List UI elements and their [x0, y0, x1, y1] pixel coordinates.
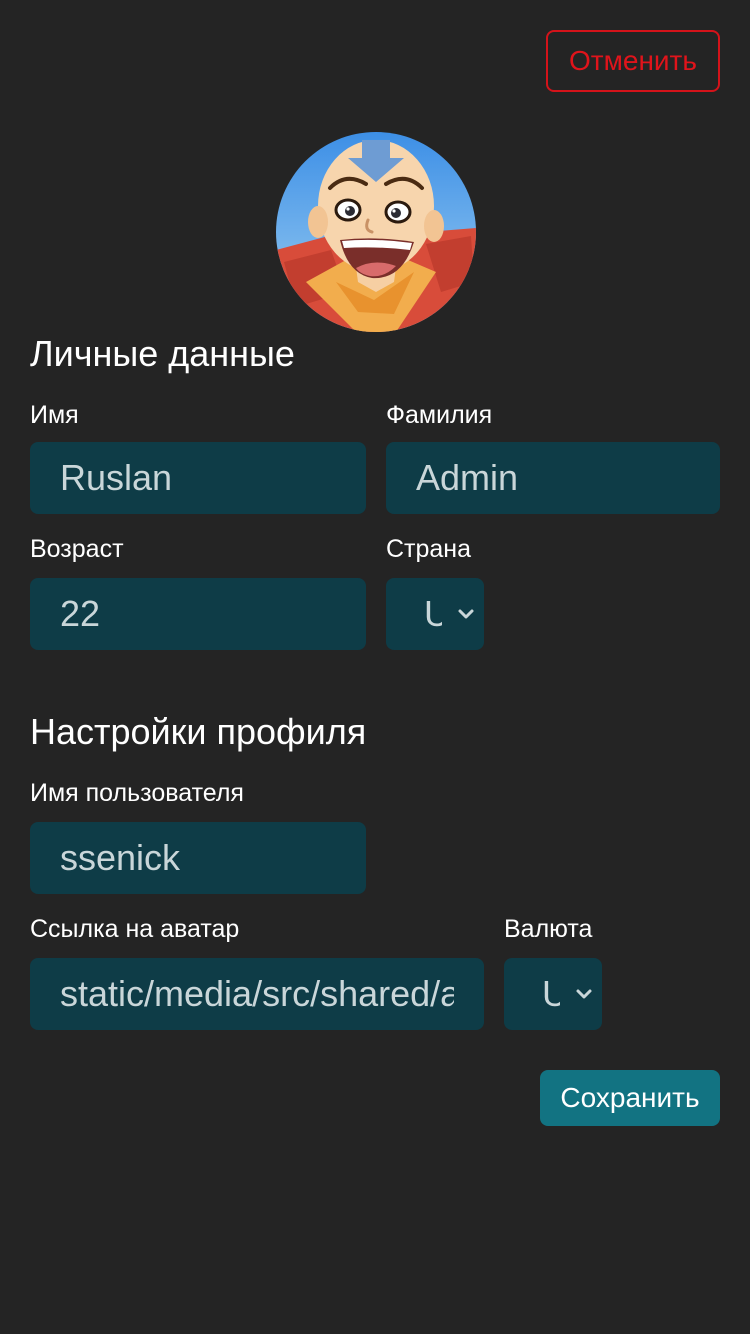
chevron-down-icon [576, 989, 592, 999]
avatar [276, 132, 476, 332]
cancel-button[interactable]: Отменить [546, 30, 720, 92]
currency-select[interactable]: U [504, 958, 602, 1030]
age-label: Возраст [30, 535, 124, 563]
last-name-label: Фамилия [386, 401, 493, 429]
avatar-link-input[interactable] [30, 958, 484, 1030]
profile-settings-title: Настройки профиля [30, 711, 367, 752]
country-select[interactable]: U [386, 578, 484, 650]
avatar-link-label: Ссылка на аватар [30, 915, 240, 943]
first-name-label: Имя [30, 401, 79, 429]
currency-select-value: U [542, 975, 560, 1013]
last-name-input[interactable] [386, 442, 720, 514]
avatar-image [276, 132, 476, 332]
save-button[interactable]: Сохранить [540, 1070, 720, 1126]
currency-label: Валюта [504, 915, 593, 943]
country-select-value: U [424, 595, 442, 633]
first-name-input[interactable] [30, 442, 366, 514]
age-input[interactable] [30, 578, 366, 650]
country-label: Страна [386, 535, 472, 563]
chevron-down-icon [458, 609, 474, 619]
username-input[interactable] [30, 822, 366, 894]
username-label: Имя пользователя [30, 779, 244, 807]
personal-data-title: Личные данные [30, 333, 295, 374]
